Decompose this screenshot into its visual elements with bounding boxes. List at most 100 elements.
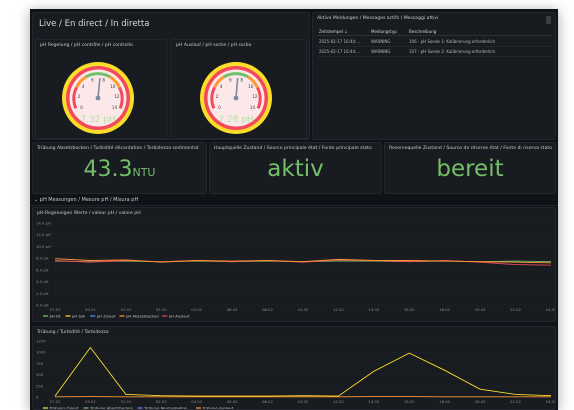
gauge-tick-label: 14: [250, 105, 256, 110]
stat-title: Reservequelle Zustand / Source de réserv…: [389, 146, 553, 151]
gauge-tick-label: 4: [220, 84, 223, 89]
x-tick-label: 24.02: [546, 307, 556, 312]
turbidity-chart: 0 250 500 750 1000 1250 27.01 29.01 31.01 02.02 04…: [36, 339, 556, 410]
stat-value-reserve-source: bereit: [436, 156, 504, 182]
y-tick-label: 8.0 pH: [36, 256, 49, 261]
legend-item[interactable]: pH Soll: [72, 313, 85, 318]
x-tick-label: 24.02: [546, 399, 556, 404]
column-header-type[interactable]: Meldungstyp: [371, 29, 397, 34]
stat-panel-reserve-source[interactable]: Reservequelle Zustand / Source de réserv…: [384, 142, 556, 194]
table-row[interactable]: 2025-02-17 16:44:... WARNING 106 - pH So…: [317, 37, 551, 47]
alerts-title: Aktive Meldungen / Messages actifs / Mes…: [317, 16, 439, 21]
y-tick-label: 4.0 pH: [36, 279, 49, 284]
x-tick-label: 29.01: [85, 307, 96, 312]
gauge-tick-label: 0: [80, 105, 83, 110]
x-tick-label: 06.02: [227, 307, 238, 312]
alerts-header-row: Zeitstempel ↓ Meldungstyp Beschreibung: [317, 27, 551, 36]
legend-item[interactable]: Trübung Neutralisation: [143, 405, 188, 410]
stat-title: Hauptquelle Zustand / Source principale …: [214, 146, 372, 151]
y-tick-label: 750: [36, 361, 44, 366]
x-tick-label: 31.01: [120, 399, 131, 404]
legend-item[interactable]: Trübung Absetzbecken: [89, 405, 134, 410]
gauge-tick-label: 12: [114, 94, 120, 99]
y-tick-label: 1000: [36, 350, 46, 355]
stat-number: 43.3: [83, 157, 133, 182]
x-tick-label: 12.02: [333, 399, 344, 404]
x-tick-label: 31.01: [120, 307, 131, 312]
x-tick-label: 22.02: [510, 307, 521, 312]
alert-description: 107 - pH Sonde 2: Kalibrierung erforderl…: [409, 49, 496, 54]
y-tick-label: 0: [36, 395, 39, 400]
legend-item[interactable]: pH Ist: [50, 313, 62, 318]
legend-item[interactable]: pH Auslauf: [169, 313, 190, 318]
y-tick-label: 12.0 pH: [36, 232, 51, 237]
column-header-timestamp[interactable]: Zeitstempel ↓: [319, 29, 348, 34]
x-tick-label: 02.02: [156, 399, 167, 404]
x-tick-label: 18.02: [439, 307, 450, 312]
y-tick-label: 10.0 pH: [36, 244, 51, 249]
panel-menu-handle[interactable]: [546, 16, 551, 24]
legend-item[interactable]: pH Absetzbecken: [126, 313, 160, 318]
series-line: [54, 259, 552, 266]
stat-unit: NTU: [132, 166, 156, 179]
x-tick-label: 20.02: [475, 307, 486, 312]
column-header-description[interactable]: Beschreibung: [409, 29, 436, 34]
x-tick-label: 08.02: [262, 399, 273, 404]
x-tick-label: 14.02: [368, 399, 379, 404]
gauge-panel-ph-regelung[interactable]: pH Regelung / pH contrôle / pH controllo…: [35, 39, 167, 139]
x-tick-label: 04.02: [191, 307, 202, 312]
ph-chart: 0.0 pH 2.0 pH 4.0 pH 6.0 pH 8.0 pH 10.0 pH 12.…: [36, 221, 556, 319]
x-tick-label: 27.01: [50, 399, 61, 404]
x-tick-label: 18.02: [439, 399, 450, 404]
alert-type: WARNING: [371, 39, 391, 44]
stat-title: Trübung Absetzbecken / Turbidité décanta…: [37, 146, 199, 151]
y-tick-label: 1250: [36, 339, 46, 344]
x-tick-label: 16.02: [404, 399, 415, 404]
alert-description: 106 - pH Sonde 1: Kalibrierung erforderl…: [409, 39, 496, 44]
gauge-value: 7.32 pH: [80, 115, 115, 125]
x-tick-label: 10.02: [298, 399, 309, 404]
gauge-tick-label: 12: [252, 94, 258, 99]
x-tick-label: 02.02: [156, 307, 167, 312]
alert-type: WARNING: [371, 49, 391, 54]
series-line: [54, 346, 552, 397]
legend-item[interactable]: pH Zulauf: [97, 313, 116, 318]
x-tick-label: 12.02: [333, 307, 344, 312]
legend-item[interactable]: Trübung Zulauf: [49, 405, 79, 410]
dashboard: Live / En direct / In diretta pH Regelun…: [30, 9, 558, 410]
stat-value-turbidity: 43.3NTU: [33, 157, 206, 182]
gauge-tick-label: 10: [248, 84, 254, 89]
x-tick-label: 10.02: [298, 307, 309, 312]
alerts-panel[interactable]: Aktive Meldungen / Messages actifs / Mes…: [312, 12, 556, 140]
alert-timestamp: 2025-02-17 16:44:...: [319, 49, 361, 54]
gauge-tick-label: 0: [218, 105, 221, 110]
x-tick-label: 22.02: [510, 399, 521, 404]
x-tick-label: 29.01: [85, 399, 96, 404]
y-tick-label: 2.0 pH: [36, 291, 49, 296]
row-title: pH Messungen / Mesure pH / Misura pH: [39, 197, 139, 203]
gauge-value: 7.28 pH: [218, 115, 253, 125]
y-tick-label: 250: [36, 383, 44, 388]
row-divider: [30, 205, 558, 206]
x-tick-label: 27.01: [50, 307, 61, 312]
stat-panel-turbidity[interactable]: Trübung Absetzbecken / Turbidité décanta…: [32, 142, 207, 194]
legend-item[interactable]: Trübung Auslauf: [202, 405, 234, 410]
gauge-tick-label: 4: [82, 84, 85, 89]
chart-panel-turbidity[interactable]: Trübung / Turbidité / Torbidezza 0 250 500…: [32, 326, 556, 410]
gauge-tick-label: 10: [110, 84, 116, 89]
gauge-ph-auslauf: 0246 8101214 7.28 pH: [200, 62, 272, 134]
row-header-ph[interactable]: ⌄ pH Messungen / Mesure pH / Misura pH: [34, 197, 138, 203]
alert-timestamp: 2025-02-17 16:44:...: [319, 39, 361, 44]
x-tick-label: 06.02: [227, 399, 238, 404]
table-row[interactable]: 2025-02-17 16:44:... WARNING 107 - pH So…: [317, 47, 551, 57]
stat-panel-main-source[interactable]: Hauptquelle Zustand / Source principale …: [209, 142, 382, 194]
y-tick-label: 500: [36, 372, 44, 377]
x-tick-label: 08.02: [262, 307, 273, 312]
x-tick-label: 16.02: [404, 307, 415, 312]
chart-panel-ph[interactable]: pH-Regelungen Werte / valeur pH / valore…: [32, 207, 556, 322]
gauge-panel-ph-auslauf[interactable]: pH Auslauf / pH sortie / pH sorba 024681…: [171, 39, 307, 139]
y-tick-label: 14.0 pH: [36, 221, 51, 226]
x-tick-label: 14.02: [368, 307, 379, 312]
y-tick-label: 6.0 pH: [36, 267, 49, 272]
gauge-ph-regelung: 0246 8101214 7.32 pH: [62, 62, 134, 134]
